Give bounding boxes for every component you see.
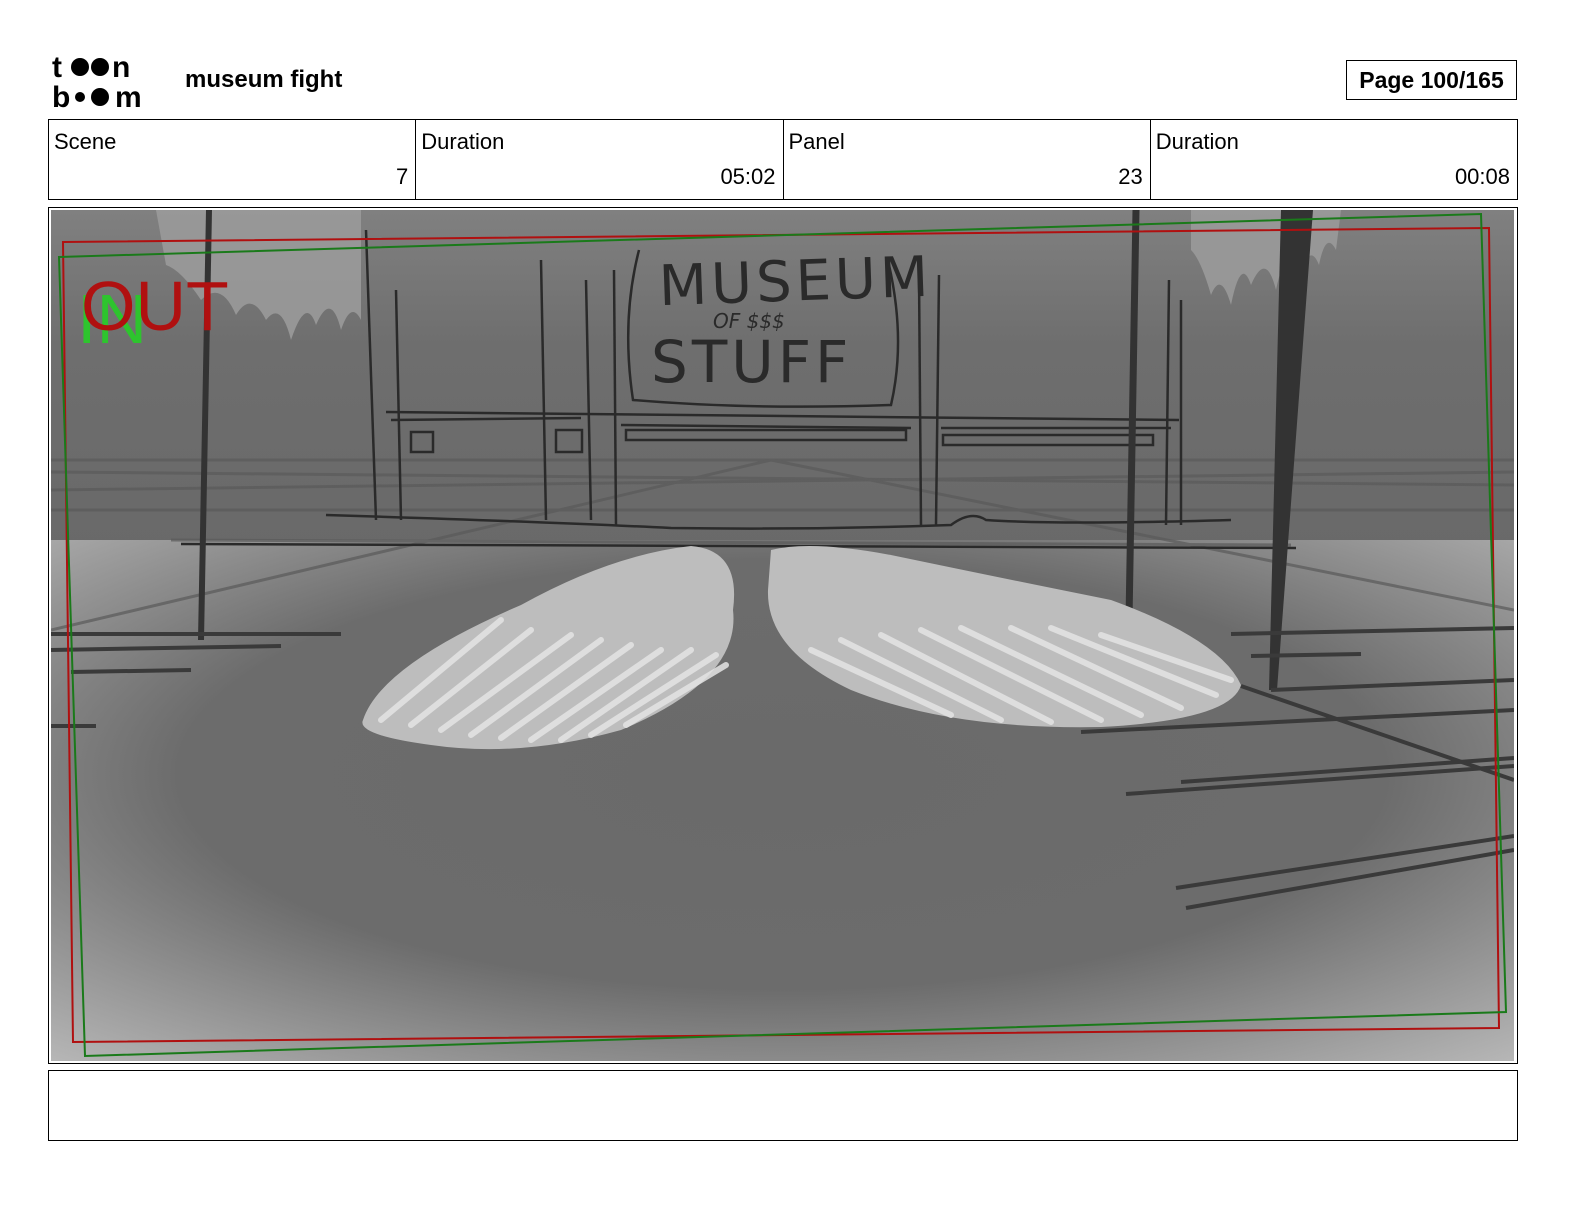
scene-duration-cell: Duration 05:02 [416,120,784,199]
storyboard-panel-image: MUSEUM OF $$$ STUFF IN OUT [51,210,1514,1061]
project-title: museum fight [185,66,343,93]
scene-duration-label: Duration [421,129,505,154]
svg-text:m: m [115,81,142,110]
panel-value: 23 [1118,164,1143,189]
scene-value: 7 [396,164,409,189]
scene-cell: Scene 7 [49,120,417,199]
page-indicator: Page 100/165 [1346,60,1517,100]
panel-notes-box [48,1070,1518,1141]
sign-line-1: MUSEUM [658,245,934,320]
panel-duration-cell: Duration 00:08 [1151,120,1517,199]
scene-info-table: Scene 7 Duration 05:02 Panel 23 Duration… [48,119,1518,200]
toon-boom-logo: t n b m [52,50,164,110]
panel-duration-value: 00:08 [1454,164,1510,189]
out-label: OUT [81,267,229,345]
svg-text:b: b [52,81,70,110]
scene-label: Scene [54,129,117,154]
svg-text:n: n [112,51,130,84]
panel-duration-label: Duration [1155,129,1239,154]
svg-text:t: t [52,51,62,84]
page-label: Page 100/165 [1359,66,1504,93]
panel-cell: Panel 23 [784,120,1151,199]
scene-duration-value: 05:02 [720,164,776,189]
panel-label: Panel [788,129,845,154]
sign-line-3: STUFF [651,328,852,396]
